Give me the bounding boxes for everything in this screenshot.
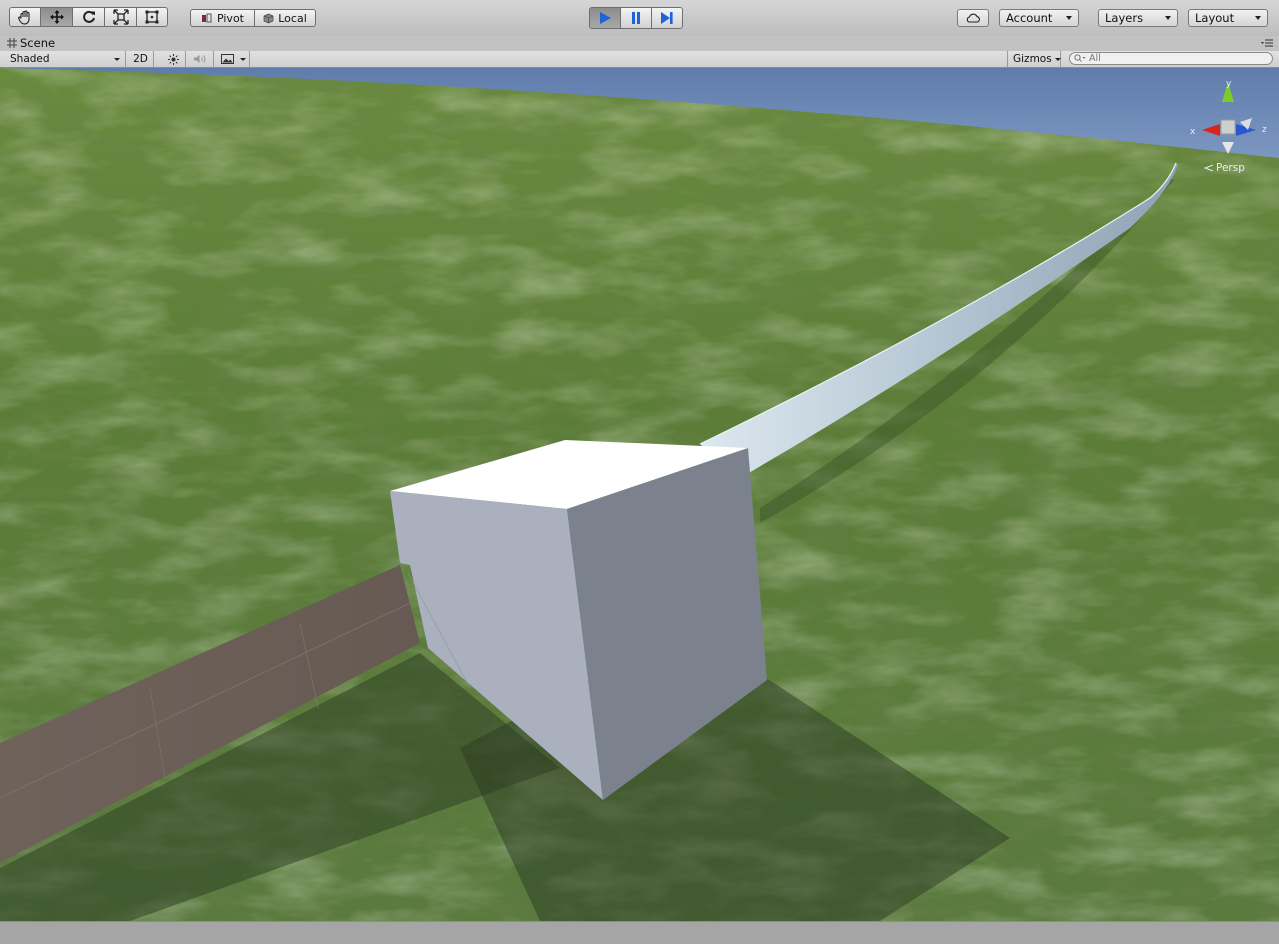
chevron-down-icon [1165, 16, 1171, 20]
draw-mode-label: Shaded [10, 53, 50, 65]
scene-tab-bar: Scene [0, 36, 1279, 51]
rotate-icon [82, 10, 95, 23]
lighting-toggle[interactable] [162, 51, 186, 67]
layout-label: Layout [1195, 11, 1235, 25]
pivot-button[interactable]: Pivot [190, 9, 255, 27]
orientation-gizmo[interactable]: y x z [1180, 76, 1276, 176]
pivot-handle-group: Pivot Local [190, 9, 316, 27]
sun-icon [168, 53, 179, 65]
projection-toggle[interactable]: Persp [1204, 162, 1245, 174]
gizmos-label: Gizmos [1013, 53, 1052, 65]
projection-label: Persp [1216, 162, 1245, 174]
pause-icon [632, 12, 640, 24]
perspective-icon [1204, 164, 1214, 172]
play-icon [600, 12, 611, 24]
rect-transform-icon [145, 10, 159, 24]
draw-mode-dropdown[interactable]: Shaded [0, 51, 126, 67]
layers-label: Layers [1105, 11, 1144, 25]
image-effects-icon [221, 54, 234, 64]
hierarchy-search[interactable] [1069, 52, 1273, 65]
search-input[interactable] [1089, 53, 1259, 64]
scene-render [0, 68, 1279, 921]
gizmos-dropdown[interactable]: Gizmos [1007, 51, 1061, 67]
axis-y-label: y [1226, 79, 1232, 89]
status-bar [0, 921, 1279, 944]
2d-toggle[interactable]: 2D [128, 51, 154, 67]
local-button[interactable]: Local [254, 9, 316, 27]
chevron-down-icon [114, 57, 120, 61]
account-dropdown[interactable]: Account [999, 9, 1079, 27]
axis-x-handle[interactable] [1202, 124, 1220, 136]
chevron-down-icon [240, 57, 246, 61]
rotate-tool-button[interactable] [72, 7, 105, 27]
audio-toggle[interactable] [186, 51, 214, 67]
cloud-button[interactable] [957, 9, 989, 27]
scene-grid-icon [7, 38, 17, 48]
pivot-icon [201, 13, 212, 23]
hand-icon [18, 10, 30, 25]
layers-dropdown[interactable]: Layers [1098, 9, 1178, 27]
local-label: Local [278, 11, 307, 25]
scale-icon [112, 9, 129, 25]
chevron-down-icon [1066, 16, 1072, 20]
pause-button[interactable] [620, 7, 652, 29]
effects-dropdown[interactable] [216, 51, 250, 67]
speaker-icon [193, 55, 205, 63]
play-controls [589, 7, 683, 29]
gizmo-center-cube[interactable] [1220, 119, 1236, 135]
chevron-down-icon [1054, 57, 1061, 61]
scene-viewport[interactable]: y x z Persp [0, 68, 1279, 921]
chevron-down-icon [1255, 16, 1261, 20]
main-toolbar: Pivot Local Account Layers Layout [0, 0, 1279, 37]
step-button[interactable] [651, 7, 683, 29]
scene-toolbar: Shaded 2D Gizmos [0, 51, 1279, 68]
step-forward-icon [661, 12, 673, 24]
account-label: Account [1006, 11, 1053, 25]
tab-menu-icon[interactable] [1261, 39, 1273, 47]
transform-tools [9, 7, 168, 27]
search-icon [1074, 54, 1086, 62]
2d-label: 2D [133, 53, 148, 65]
local-cube-icon [263, 13, 274, 23]
move-tool-button[interactable] [40, 7, 73, 27]
layout-dropdown[interactable]: Layout [1188, 9, 1268, 27]
rect-tool-button[interactable] [136, 7, 168, 27]
scene-tab[interactable]: Scene [7, 36, 55, 50]
cloud-icon [966, 13, 980, 23]
axis-z-label: z [1262, 125, 1267, 135]
hand-tool-button[interactable] [9, 7, 41, 27]
pivot-label: Pivot [216, 11, 244, 25]
scale-tool-button[interactable] [104, 7, 137, 27]
play-button[interactable] [589, 7, 621, 29]
scene-tab-label: Scene [20, 36, 56, 50]
move-arrows-icon [49, 10, 64, 24]
axis-x-label: x [1190, 127, 1196, 137]
